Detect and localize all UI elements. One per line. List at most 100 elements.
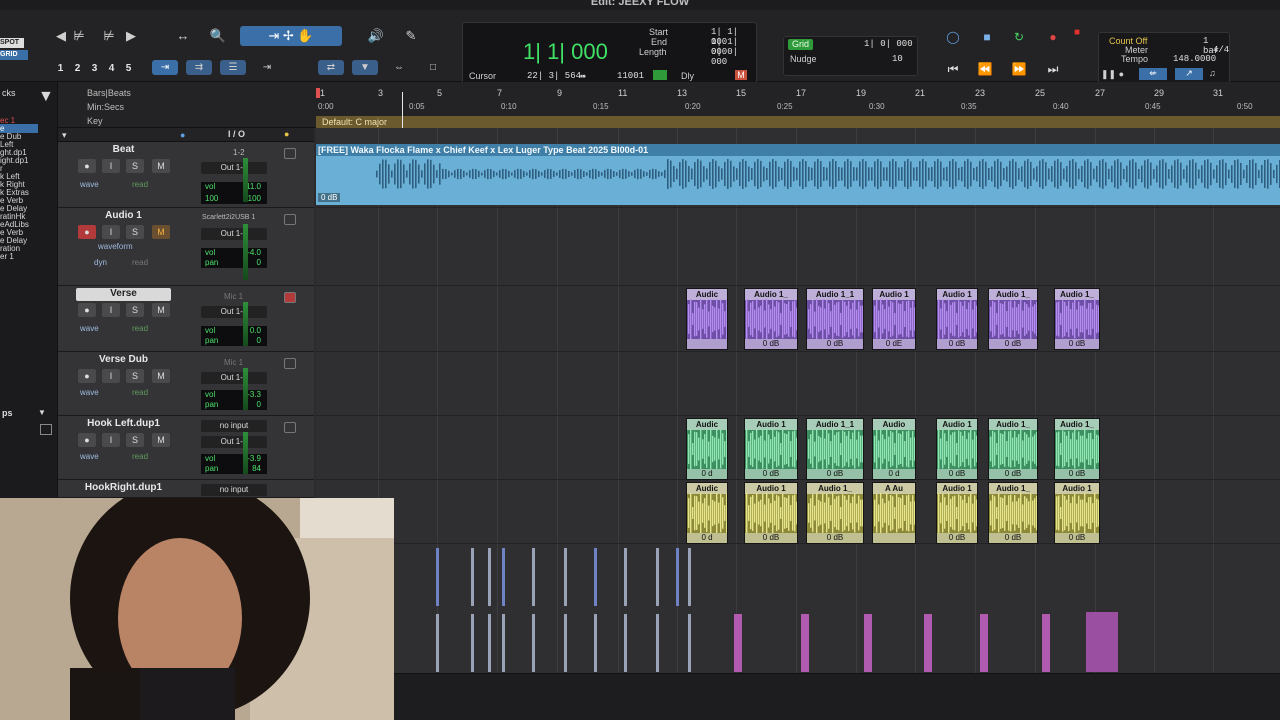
lane-verse-dub[interactable] [316,352,1280,416]
sub-view-selector[interactable]: dyn [94,258,107,267]
volume-value[interactable]: -3.9 [247,454,267,464]
hook-left-clip[interactable]: Audio 0 d [872,418,916,480]
input-selector[interactable]: no input [201,484,267,496]
record-arm-button[interactable]: ● [78,369,96,383]
input-monitor-button[interactable]: I [102,433,120,447]
pan-readout[interactable]: pan 0 [201,258,267,268]
pan-readout[interactable]: 100 100 [201,194,267,204]
solo-button[interactable]: S [126,225,144,239]
grid-value[interactable]: 1| 0| 000 [864,39,913,49]
rewind-icon[interactable]: ⏪ [974,60,996,78]
track-options-icon[interactable]: ▾ [62,130,67,141]
main-counter-display[interactable]: 1| 1| 000 Start End Length 1| 1| 000 1| … [462,22,757,88]
edit-window-view-icon[interactable]: ⇔ [386,60,412,75]
verse-clip[interactable]: Audio 1_ 0 dB [988,288,1038,350]
record-enable-icon[interactable]: ■ [1066,24,1088,42]
pan-value[interactable]: 0 [257,258,267,268]
hook-left-clip[interactable]: Audio 10 dB [936,418,978,480]
track-hook-right-dup1[interactable]: HookRight.dup1 no input [58,480,314,498]
hook-right-clip[interactable]: Audio 10 dB [1054,482,1100,544]
solo-button[interactable]: S [126,159,144,173]
lane-verse[interactable] [316,286,1280,352]
metronome-m-icon[interactable]: M [735,70,747,80]
zoom-toggle-icon[interactable]: ↔ [172,26,194,46]
track-name-beat[interactable]: Beat [76,144,171,157]
conductor-icon[interactable]: ⇍ [1139,68,1167,80]
groups-menu-icon[interactable]: ▼ [38,408,50,418]
hook-left-clip[interactable]: Audio 1_1 0 dB [806,418,864,480]
volume-value[interactable]: -4.0 [247,248,267,258]
key-signature-strip[interactable]: Default: C major [316,116,1280,128]
volume-readout[interactable]: vol 0.0 [201,326,267,336]
play-loop-icon[interactable]: ↻ [1008,28,1030,46]
length-value[interactable]: 0| 0| 000 [711,47,756,67]
pencil-tool-icon[interactable]: ✎ [400,26,422,46]
track-name-hook-left[interactable]: Hook Left.dup1 [76,418,171,431]
tab-to-transients-icon[interactable]: ⇥ [152,60,178,75]
hook-right-clip[interactable]: Audio 1_ 0 dB [806,482,864,544]
input-selector[interactable]: Scarlett2i2USB 1 [202,214,255,221]
insertion-follows-icon[interactable]: ⇥ [254,60,280,75]
track-comments-icon[interactable] [284,292,296,303]
hook-left-clip[interactable]: Audic 0 d [686,418,728,480]
input-selector[interactable]: no input [201,420,267,432]
mirror-midi-icon[interactable]: ⇄ [318,60,344,75]
solo-button[interactable]: S [126,433,144,447]
input-selector[interactable]: Mic 1 [224,358,243,367]
record-arm-button[interactable]: ● [78,225,96,239]
hook-left-clip[interactable]: Audio 1_ 0 dB [988,418,1038,480]
hook-right-clip[interactable]: Audio 1_ 0 dB [988,482,1038,544]
link-timeline-icon[interactable]: ⇉ [186,60,212,75]
verse-clip[interactable]: Audio 1_ 0 dB [1054,288,1100,350]
track-comments-icon[interactable] [284,422,296,433]
timeline-rulers[interactable]: Bars|Beats Min:Secs Key 1 3 5 7 9 11 13 … [0,82,1280,128]
track-name-verse-dub[interactable]: Verse Dub [76,354,171,367]
fast-forward-icon[interactable]: ⏩ [1008,60,1030,78]
zoom-vertical-icon[interactable]: ⊭ [98,26,120,46]
midi-input-icon[interactable] [653,70,667,80]
track-verse-dub[interactable]: Verse Dub ● I S M wave read Mic 1 Out 1-… [58,352,314,416]
automation-mode[interactable]: read [132,258,148,267]
track-name-audio-1[interactable]: Audio 1 [76,210,171,223]
volume-readout[interactable]: vol -11.0 [201,182,267,194]
return-to-zero-icon[interactable]: ⏮ [942,60,964,78]
trim-select-grabber-tools[interactable]: ⇥ ✢ ✋ [240,26,342,46]
track-verse[interactable]: Verse ● I S M wave read Mic 1 Out 1-2 vo… [58,286,314,352]
midi-merge-icon[interactable]: ❚❚ ● [1101,69,1124,80]
solo-button[interactable]: S [126,303,144,317]
input-selector[interactable]: 1-2 [233,148,245,157]
clip-list-icon[interactable]: □ [420,60,446,75]
record-icon[interactable]: ● [1042,28,1064,46]
lane-hook-right[interactable] [316,480,1280,544]
zoom-preset-4[interactable]: 4 [104,62,119,76]
marker-icon[interactable]: ● [284,129,289,139]
track-name-hook-right[interactable]: HookRight.dup1 [76,482,171,495]
zoomer-tool-icon[interactable]: 🔍 [207,26,229,46]
track-beat[interactable]: Beat ● I S M wave read 1-2 Out 1-2 vol -… [58,142,314,208]
hook-right-clip[interactable]: Audic 0 d [686,482,728,544]
output-selector[interactable]: Out 1-2 [201,436,267,448]
record-arm-button[interactable]: ● [78,433,96,447]
input-monitor-button[interactable]: I [102,303,120,317]
spot-mode-button[interactable]: SPOT [0,38,24,48]
track-hook-left-dup1[interactable]: Hook Left.dup1 ● I S M wave read no inpu… [58,416,314,480]
verse-clip[interactable]: Audio 10 dE [872,288,916,350]
track-comments-icon[interactable] [284,148,296,159]
volume-readout[interactable]: vol -3.3 [201,390,267,400]
hook-right-clip[interactable]: Audio 10 dB [936,482,978,544]
pan-right-value[interactable]: 100 [248,194,267,204]
input-monitor-button[interactable]: I [102,369,120,383]
track-name-verse[interactable]: Verse [76,288,171,301]
track-comments-icon[interactable] [284,214,296,225]
view-selector[interactable]: wave [80,452,99,461]
verse-clip[interactable]: Audio 10 dB [936,288,978,350]
lane-hook-left[interactable] [316,416,1280,480]
output-selector[interactable]: Out 1-2 [201,228,267,240]
loop-playback-icon[interactable]: ◯ [942,28,964,46]
zoom-preset-2[interactable]: 2 [70,62,85,76]
zoom-preset-5[interactable]: 5 [121,62,136,76]
mute-button[interactable]: M [152,369,170,383]
grid-mode-button[interactable]: GRID [0,50,28,60]
playhead-cursor[interactable] [402,92,403,128]
automation-mode[interactable]: read [132,180,148,189]
